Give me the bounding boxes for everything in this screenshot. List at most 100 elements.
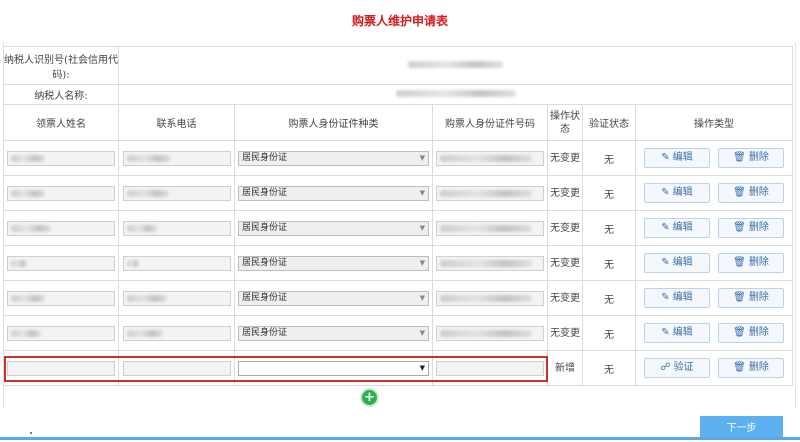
trash-icon: 🗑: [733, 152, 746, 163]
chevron-down-icon: ▼: [419, 328, 425, 337]
phone-input[interactable]: [122, 185, 231, 201]
edit-button[interactable]: ✎ 编辑: [644, 253, 710, 273]
col-header-op-status: 操作状态: [547, 104, 583, 141]
phone-input[interactable]: [122, 325, 231, 341]
id-type-select[interactable]: 居民身份证 ▼: [238, 150, 429, 166]
table-row: ▼ 新增无 ☍ 验证 🗑 删除: [3, 350, 793, 386]
taxpayer-id-label: 纳税人识别号(社会信用代码):: [3, 46, 119, 85]
verify-status: 无: [582, 245, 636, 281]
col-header-op-type: 操作类型: [635, 104, 793, 141]
id-type-select[interactable]: 居民身份证 ▼: [238, 185, 429, 201]
trash-icon: 🗑: [733, 187, 746, 198]
col-header-id-number: 购票人身份证件号码: [432, 104, 548, 141]
table-row: 居民身份证 ▼ 无变更无 ✎ 编辑 🗑 删除: [3, 140, 793, 176]
op-status: 无变更: [547, 210, 583, 246]
table-row: 居民身份证 ▼ 无变更无 ✎ 编辑 🗑 删除: [3, 175, 793, 211]
action-cell: ✎ 编辑 🗑 删除: [635, 315, 793, 351]
col-header-phone: 联系电话: [118, 104, 235, 141]
verify-status: 无: [582, 315, 636, 351]
op-status: 无变更: [547, 245, 583, 281]
name-input[interactable]: [7, 255, 115, 271]
id-type-select[interactable]: 居民身份证 ▼: [238, 255, 429, 271]
verify-status: 无: [582, 210, 636, 246]
op-status: 无变更: [547, 315, 583, 351]
edit-icon: ✎: [661, 222, 670, 233]
verify-status: 无: [582, 280, 636, 316]
edit-icon: ✎: [661, 257, 670, 268]
edit-icon: ✎: [661, 187, 670, 198]
delete-button[interactable]: 🗑 删除: [718, 288, 784, 308]
table-row: 居民身份证 ▼ 无变更无 ✎ 编辑 🗑 删除: [3, 315, 793, 351]
table-row: 居民身份证 ▼ 无变更无 ✎ 编辑 🗑 删除: [3, 280, 793, 316]
trash-icon: 🗑: [733, 327, 746, 338]
name-input[interactable]: [7, 220, 115, 236]
id-type-select[interactable]: ▼: [238, 360, 429, 376]
name-input[interactable]: [7, 150, 115, 166]
name-input[interactable]: [7, 185, 115, 201]
action-cell: ✎ 编辑 🗑 删除: [635, 280, 793, 316]
page-title: 购票人维护申请表: [351, 14, 448, 28]
id-type-select[interactable]: 居民身份证 ▼: [238, 220, 429, 236]
action-cell: ☍ 验证 🗑 删除: [635, 350, 793, 386]
phone-input[interactable]: [122, 360, 231, 376]
verify-status: 无: [582, 140, 636, 176]
phone-input[interactable]: [122, 150, 231, 166]
edit-button[interactable]: ✎ 编辑: [644, 183, 710, 203]
verify-icon: ☍: [660, 362, 671, 373]
id-number-input[interactable]: [436, 325, 544, 341]
id-number-input[interactable]: [436, 150, 544, 166]
action-cell: ✎ 编辑 🗑 删除: [635, 140, 793, 176]
verify-status: 无: [582, 175, 636, 211]
id-number-input[interactable]: [436, 360, 544, 376]
verify-status: 无: [582, 350, 636, 386]
delete-button[interactable]: 🗑 删除: [718, 323, 784, 343]
phone-input[interactable]: [122, 290, 231, 306]
col-header-id-type: 购票人身份证件种类: [234, 104, 433, 141]
edit-button[interactable]: ✎ 编辑: [644, 218, 710, 238]
edit-icon: ✎: [661, 292, 670, 303]
trash-icon: 🗑: [733, 257, 746, 268]
phone-input[interactable]: [122, 255, 231, 271]
verify-button[interactable]: ☍ 验证: [644, 358, 710, 378]
id-number-input[interactable]: [436, 290, 544, 306]
edit-button[interactable]: ✎ 编辑: [644, 148, 710, 168]
delete-button[interactable]: 🗑 删除: [718, 358, 784, 378]
chevron-down-icon: ▼: [419, 363, 425, 372]
action-cell: ✎ 编辑 🗑 删除: [635, 245, 793, 281]
table-row: 居民身份证 ▼ 无变更无 ✎ 编辑 🗑 删除: [3, 210, 793, 246]
plus-circle-icon: +: [364, 390, 375, 405]
id-number-input[interactable]: [436, 220, 544, 236]
delete-button[interactable]: 🗑 删除: [718, 183, 784, 203]
cursor-dot: [30, 432, 32, 434]
chevron-down-icon: ▼: [419, 223, 425, 232]
edit-icon: ✎: [661, 152, 670, 163]
trash-icon: 🗑: [733, 362, 746, 373]
delete-button[interactable]: 🗑 删除: [718, 148, 784, 168]
phone-input[interactable]: [122, 220, 231, 236]
col-header-name: 领票人姓名: [3, 104, 119, 141]
trash-icon: 🗑: [733, 292, 746, 303]
edit-button[interactable]: ✎ 编辑: [644, 323, 710, 343]
name-input[interactable]: [7, 290, 115, 306]
action-cell: ✎ 编辑 🗑 删除: [635, 210, 793, 246]
chevron-down-icon: ▼: [419, 188, 425, 197]
id-type-select[interactable]: 居民身份证 ▼: [238, 325, 429, 341]
edit-button[interactable]: ✎ 编辑: [644, 288, 710, 308]
op-status: 新增: [547, 350, 583, 386]
id-type-select[interactable]: 居民身份证 ▼: [238, 290, 429, 306]
col-header-verify-status: 验证状态: [582, 104, 636, 141]
op-status: 无变更: [547, 140, 583, 176]
taxpayer-name-value: [118, 84, 793, 105]
taxpayer-name-label: 纳税人名称:: [3, 84, 119, 105]
delete-button[interactable]: 🗑 删除: [718, 253, 784, 273]
name-input[interactable]: [7, 325, 115, 341]
name-input[interactable]: [7, 360, 115, 376]
trash-icon: 🗑: [733, 222, 746, 233]
table-row: 居民身份证 ▼ 无变更无 ✎ 编辑 🗑 删除: [3, 245, 793, 281]
add-row-button[interactable]: +: [362, 390, 377, 405]
chevron-down-icon: ▼: [419, 293, 425, 302]
delete-button[interactable]: 🗑 删除: [718, 218, 784, 238]
id-number-input[interactable]: [436, 255, 544, 271]
id-number-input[interactable]: [436, 185, 544, 201]
action-cell: ✎ 编辑 🗑 删除: [635, 175, 793, 211]
